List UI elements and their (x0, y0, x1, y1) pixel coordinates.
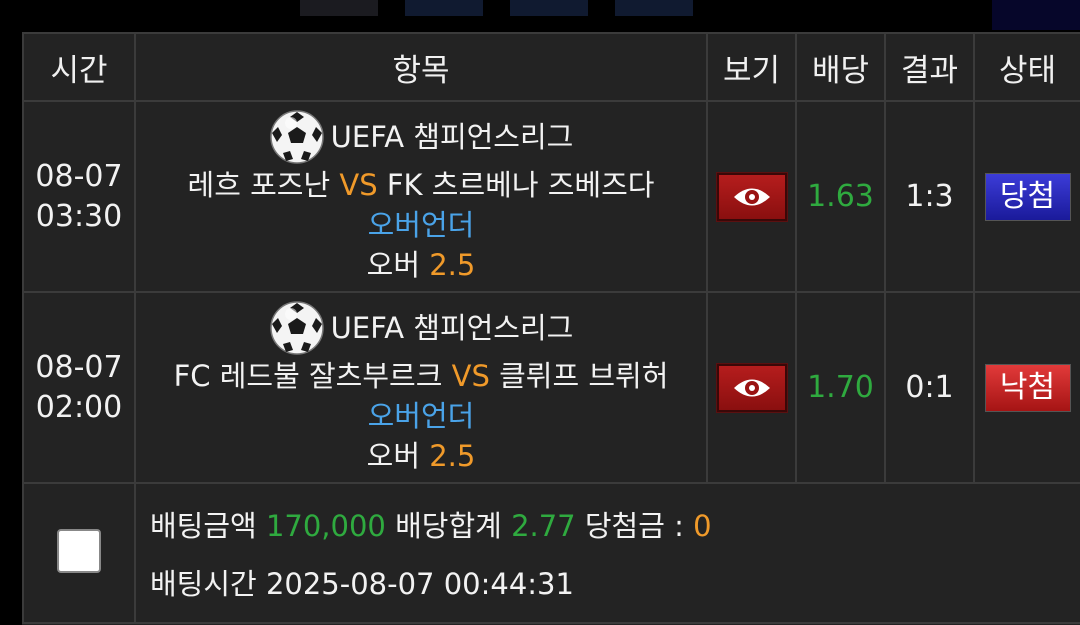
table-row: 08-07 03:30 UEFA 챔피언스리그 레흐 포즈난 VS FK 츠르베… (22, 100, 1080, 293)
eye-icon (733, 379, 770, 396)
bet-amount-label: 배팅금액 (150, 509, 257, 543)
header-odds: 배당 (795, 32, 886, 102)
select-checkbox[interactable] (57, 529, 101, 573)
status-cell: 낙첨 (973, 291, 1080, 484)
winnings-label: 당첨금 : (584, 509, 684, 543)
match-date: 08-07 (35, 158, 123, 194)
market-name: 오버언더 (367, 207, 475, 242)
home-team: 레흐 포즈난 (187, 167, 331, 202)
match-time-cell: 08-07 03:30 (22, 100, 136, 293)
league-name: UEFA 챔피언스리그 (330, 310, 574, 345)
summary-row: 배팅금액 170,000 배당합계 2.77 당첨금 : 0 배팅시간 2025… (22, 482, 1080, 624)
top-bar (0, 0, 1080, 32)
bet-amount: 170,000 (265, 509, 386, 543)
soccer-ball-icon (269, 109, 324, 164)
vs-label: VS (339, 167, 378, 202)
pick-line: 오버 2.5 (136, 245, 706, 285)
pick-line: 오버 2.5 (136, 436, 706, 476)
view-cell (706, 291, 797, 484)
match-date: 08-07 (35, 349, 123, 385)
result-value: 1:3 (884, 100, 975, 293)
bet-time-label: 배팅시간 (150, 567, 257, 601)
header-result: 결과 (884, 32, 975, 102)
view-cell (706, 100, 797, 293)
match-item-cell: UEFA 챔피언스리그 레흐 포즈난 VS FK 츠르베나 즈베즈다 오버언더 … (134, 100, 708, 293)
match-teams: 레흐 포즈난 VS FK 츠르베나 즈베즈다 (136, 165, 706, 205)
soccer-ball-icon (269, 300, 324, 355)
top-tab-4[interactable] (615, 0, 693, 16)
table-row: 08-07 02:00 UEFA 챔피언스리그 FC 레드불 잘츠부르크 VS … (22, 291, 1080, 484)
league-line: UEFA 챔피언스리그 (136, 109, 706, 165)
match-time: 03:30 (35, 198, 123, 234)
eye-icon (733, 188, 770, 205)
bet-table: 시간 항목 보기 배당 결과 상태 08-07 03:30 UEFA 챔피언스리… (22, 32, 1080, 624)
status-badge: 낙첨 (984, 363, 1071, 412)
vs-label: VS (451, 358, 490, 393)
pick-value: 2.5 (429, 247, 476, 282)
bet-time-value: 2025-08-07 00:44:31 (265, 567, 574, 601)
corner-block (992, 0, 1080, 30)
odds-value: 1.63 (795, 100, 886, 293)
result-value: 0:1 (884, 291, 975, 484)
league-line: UEFA 챔피언스리그 (136, 300, 706, 356)
total-odds-label: 배당합계 (395, 509, 502, 543)
match-teams: FC 레드불 잘츠부르크 VS 클뤼프 브뤼허 (136, 356, 706, 396)
checkbox-cell (22, 482, 136, 624)
top-tab-2[interactable] (405, 0, 483, 16)
league-name: UEFA 챔피언스리그 (330, 119, 574, 154)
top-tab-1[interactable] (300, 0, 378, 16)
market-name: 오버언더 (367, 398, 475, 433)
total-odds: 2.77 (511, 509, 576, 543)
header-time: 시간 (22, 32, 136, 102)
header-item: 항목 (134, 32, 708, 102)
winnings-value: 0 (693, 509, 712, 543)
header-view: 보기 (706, 32, 797, 102)
away-team: FK 츠르베나 즈베즈다 (386, 167, 655, 202)
match-time: 02:00 (35, 389, 123, 425)
odds-value: 1.70 (795, 291, 886, 484)
match-time-cell: 08-07 02:00 (22, 291, 136, 484)
summary-time: 배팅시간 2025-08-07 00:44:31 (150, 561, 1080, 603)
status-badge: 당첨 (984, 172, 1071, 221)
home-team: FC 레드불 잘츠부르크 (173, 358, 443, 393)
summary-amounts: 배팅금액 170,000 배당합계 2.77 당첨금 : 0 (150, 503, 1080, 545)
header-status: 상태 (973, 32, 1080, 102)
status-cell: 당첨 (973, 100, 1080, 293)
table-header-row: 시간 항목 보기 배당 결과 상태 (22, 32, 1080, 102)
view-button[interactable] (716, 172, 787, 221)
match-item-cell: UEFA 챔피언스리그 FC 레드불 잘츠부르크 VS 클뤼프 브뤼허 오버언더… (134, 291, 708, 484)
pick-value: 2.5 (429, 438, 476, 473)
bet-history-panel: 시간 항목 보기 배당 결과 상태 08-07 03:30 UEFA 챔피언스리… (22, 32, 1080, 625)
top-tab-3[interactable] (510, 0, 588, 16)
pick-name: 오버 (366, 247, 421, 282)
bet-summary: 배팅금액 170,000 배당합계 2.77 당첨금 : 0 배팅시간 2025… (134, 482, 1080, 624)
away-team: 클뤼프 브뤼허 (499, 358, 669, 393)
pick-name: 오버 (366, 438, 421, 473)
view-button[interactable] (716, 363, 787, 412)
